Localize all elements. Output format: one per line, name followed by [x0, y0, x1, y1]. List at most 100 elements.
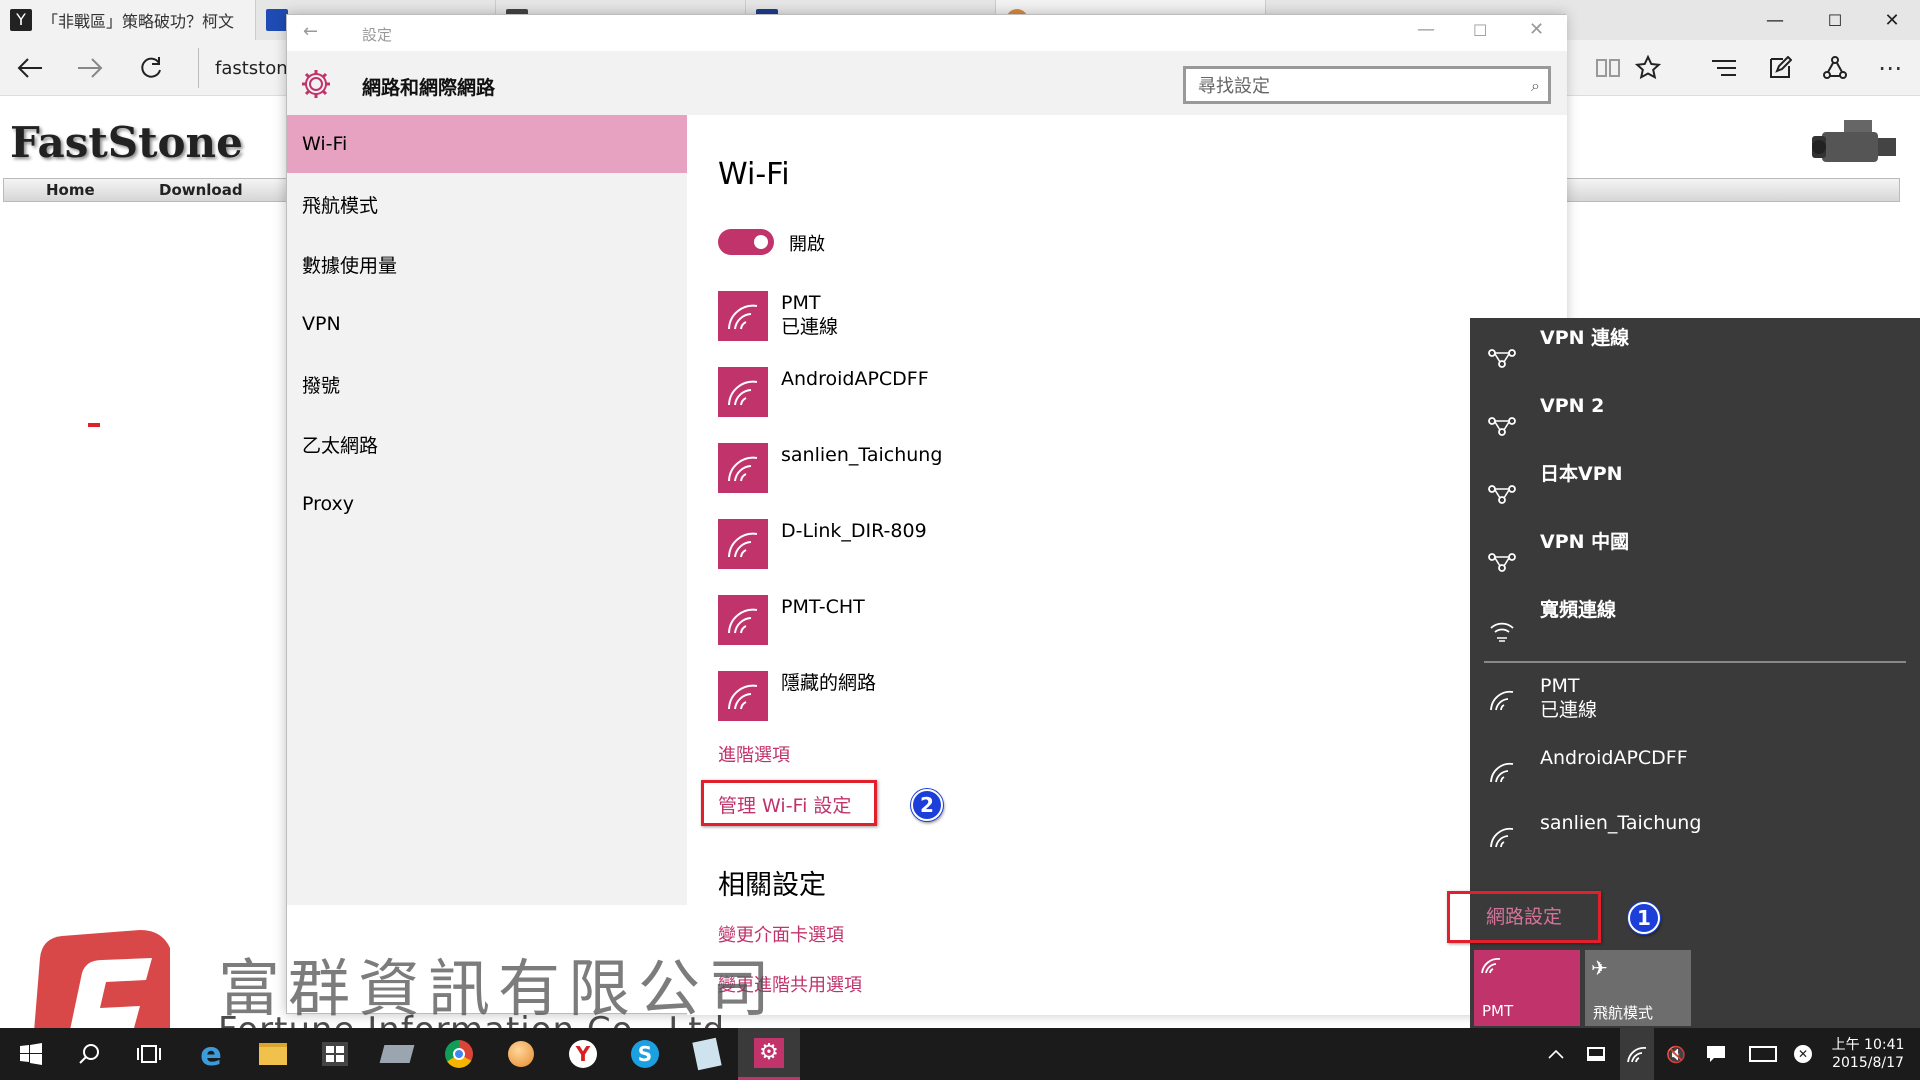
wifi-signal-icon [718, 443, 768, 493]
tray-network-icon[interactable] [1620, 1028, 1654, 1080]
flyout-wifi-item[interactable]: sanlien_Taichung [1470, 811, 1920, 855]
sidebar-item-label: 數據使用量 [302, 254, 398, 277]
settings-search-input[interactable]: 尋找設定 ⌕ [1183, 66, 1551, 104]
menu-home-link[interactable]: Home [46, 181, 95, 199]
tray-keyboard-icon[interactable] [1744, 1028, 1782, 1080]
settings-back-icon[interactable]: ← [303, 21, 318, 42]
settings-sidebar: Wi-Fi 飛航模式 數據使用量 VPN 撥號 乙太網路 Proxy [287, 115, 687, 905]
more-options-icon[interactable]: ⋯ [1870, 48, 1910, 88]
flyout-broadband-item[interactable]: 寬頻連線 [1470, 594, 1920, 662]
search-icon[interactable] [58, 1028, 120, 1080]
annotation-box-network-settings [1447, 891, 1601, 943]
favorite-star-icon[interactable] [1628, 48, 1668, 88]
flyout-wifi-text: AndroidAPCDFF [1540, 746, 1688, 770]
browser-close-button[interactable]: ✕ [1862, 0, 1920, 40]
clock-date: 2015/8/17 [1832, 1055, 1904, 1071]
yahoo-favicon-icon: Y [10, 9, 32, 31]
wifi-network-text: PMT 已連線 [781, 291, 838, 341]
wifi-network-item[interactable]: sanlien_Taichung [718, 443, 942, 493]
task-view-icon[interactable] [118, 1028, 180, 1080]
store-icon[interactable] [304, 1028, 366, 1080]
settings-minimize-button[interactable]: — [1417, 19, 1435, 40]
flyout-item-label: VPN 連線 [1540, 327, 1630, 349]
flyout-vpn-item[interactable]: VPN 2 [1470, 390, 1920, 458]
sidebar-item-label: VPN [302, 313, 341, 335]
advanced-options-link[interactable]: 進階選項 [718, 741, 790, 767]
wifi-network-item[interactable]: PMT 已連線 [718, 291, 838, 341]
settings-page-heading: 網路和網際網路 [362, 77, 496, 99]
menu-download-link[interactable]: Download [159, 181, 243, 199]
edge-browser-icon[interactable]: e [180, 1028, 242, 1080]
wifi-toggle[interactable] [718, 229, 774, 255]
reading-view-icon[interactable] [1588, 48, 1628, 88]
share-icon[interactable] [1815, 48, 1855, 88]
flyout-vpn-item[interactable]: VPN 中國 [1470, 526, 1920, 594]
orange-app-icon[interactable] [490, 1028, 552, 1080]
quick-action-wifi[interactable]: PMT [1474, 950, 1580, 1026]
wifi-network-item[interactable]: AndroidAPCDFF [718, 367, 929, 417]
tray-action-center-icon[interactable] [1700, 1028, 1732, 1080]
wifi-network-name: AndroidAPCDFF [781, 368, 929, 390]
wifi-icon [1484, 682, 1520, 718]
sidebar-item-label: Wi-Fi [302, 133, 348, 155]
back-arrow-icon[interactable] [10, 48, 50, 88]
sidebar-item-proxy[interactable]: Proxy [287, 475, 687, 533]
wifi-network-item[interactable]: PMT-CHT [718, 595, 865, 645]
settings-close-button[interactable]: ✕ [1529, 19, 1544, 40]
sidebar-item-data-usage[interactable]: 數據使用量 [287, 235, 687, 293]
flyout-wifi-item[interactable]: PMT 已連線 [1470, 674, 1920, 722]
sidebar-item-dialup[interactable]: 撥號 [287, 355, 687, 413]
tray-close-circle-icon[interactable]: ✕ [1788, 1028, 1818, 1080]
sidebar-item-vpn[interactable]: VPN [287, 295, 687, 353]
browser-tab-news[interactable]: Y 「非戰區」策略破功？柯文 [0, 0, 256, 40]
flyout-vpn-item[interactable]: VPN 連線 [1470, 322, 1920, 390]
wifi-icon [1480, 956, 1574, 978]
tray-volume-muted-icon[interactable]: 🔇 [1660, 1028, 1692, 1080]
site-favicon-icon [266, 9, 288, 31]
page-title: Wi-Fi [718, 157, 790, 192]
wifi-network-name: 隱藏的網路 [781, 672, 877, 694]
sidebar-item-label: 飛航模式 [302, 194, 379, 217]
gear-icon [299, 67, 333, 105]
file-explorer-icon[interactable] [242, 1028, 304, 1080]
forward-arrow-icon[interactable] [70, 48, 110, 88]
refresh-icon[interactable] [131, 48, 171, 88]
laptop-app-icon[interactable] [366, 1028, 428, 1080]
hub-icon[interactable] [1704, 48, 1744, 88]
browser-maximize-button[interactable]: ☐ [1805, 0, 1865, 40]
skype-icon[interactable]: S [614, 1028, 676, 1080]
settings-titlebar: ← 設定 — ☐ ✕ [287, 15, 1567, 51]
wifi-network-name: D-Link_DIR-809 [781, 520, 927, 542]
vpn-icon [1484, 408, 1520, 444]
flyout-wifi-item[interactable]: AndroidAPCDFF [1470, 746, 1920, 790]
settings-maximize-button[interactable]: ☐ [1473, 21, 1487, 40]
flyout-item-label: 寬頻連線 [1540, 599, 1617, 621]
wifi-network-item[interactable]: D-Link_DIR-809 [718, 519, 927, 569]
address-bar[interactable]: faststone [198, 48, 299, 88]
settings-taskbar-icon[interactable]: ⚙ [738, 1028, 800, 1080]
camcorder-image [1808, 112, 1900, 172]
start-windows-icon[interactable] [0, 1028, 62, 1080]
sidebar-item-airplane[interactable]: 飛航模式 [287, 175, 687, 233]
tray-clock[interactable]: 上午 10:41 2015/8/17 [1822, 1028, 1914, 1080]
sidebar-item-ethernet[interactable]: 乙太網路 [287, 415, 687, 473]
flyout-wifi-name: sanlien_Taichung [1540, 812, 1702, 834]
wifi-network-name: sanlien_Taichung [781, 444, 943, 466]
yandex-icon[interactable]: Y [552, 1028, 614, 1080]
wifi-network-text: AndroidAPCDFF [781, 367, 929, 417]
flyout-vpn-item[interactable]: 日本VPN [1470, 458, 1920, 526]
web-note-icon[interactable] [1760, 48, 1800, 88]
quick-action-airplane[interactable]: ✈ 飛航模式 [1585, 950, 1691, 1026]
flyout-wifi-text: sanlien_Taichung [1540, 811, 1701, 835]
wifi-network-item[interactable]: 隱藏的網路 [718, 671, 876, 721]
tray-device-icon[interactable] [1580, 1028, 1612, 1080]
tab-title: 「非戰區」策略破功？柯文 [42, 12, 235, 31]
sidebar-item-wifi[interactable]: Wi-Fi [287, 115, 687, 173]
chrome-icon[interactable] [428, 1028, 490, 1080]
wifi-signal-icon [718, 367, 768, 417]
toggle-knob [754, 235, 768, 249]
tray-chevron-up-icon[interactable] [1540, 1028, 1572, 1080]
airplane-icon: ✈ [1591, 956, 1608, 980]
browser-minimize-button[interactable]: — [1745, 0, 1805, 40]
tablet-app-icon[interactable] [676, 1028, 738, 1080]
